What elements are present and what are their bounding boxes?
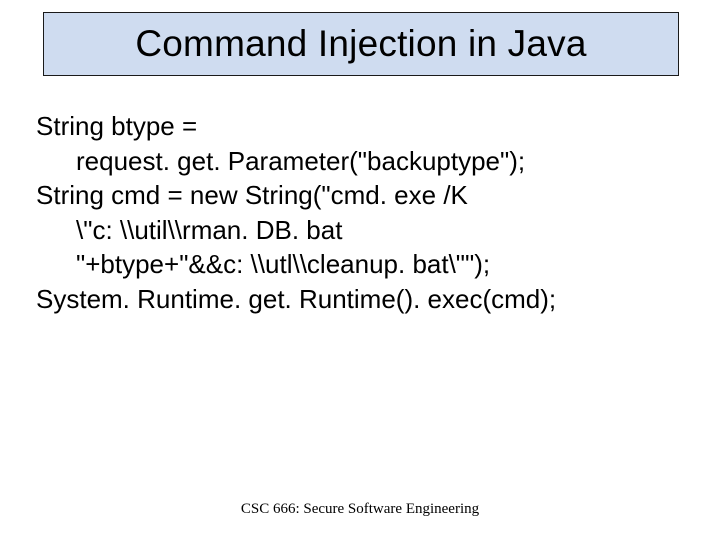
- code-line: \"c: \\util\\rman. DB. bat: [36, 214, 686, 247]
- slide: Command Injection in Java String btype =…: [0, 0, 720, 540]
- slide-body: String btype = request. get. Parameter("…: [36, 110, 686, 317]
- code-line: System. Runtime. get. Runtime(). exec(cm…: [36, 283, 686, 316]
- code-line: String btype =: [36, 110, 686, 143]
- title-bar: Command Injection in Java: [43, 12, 679, 76]
- code-line: String cmd = new String("cmd. exe /K: [36, 179, 686, 212]
- code-line: request. get. Parameter("backuptype");: [36, 145, 686, 178]
- slide-footer: CSC 666: Secure Software Engineering: [0, 501, 720, 518]
- code-line: "+btype+"&&c: \\utl\\cleanup. bat\"");: [36, 248, 686, 281]
- slide-title: Command Injection in Java: [135, 23, 586, 65]
